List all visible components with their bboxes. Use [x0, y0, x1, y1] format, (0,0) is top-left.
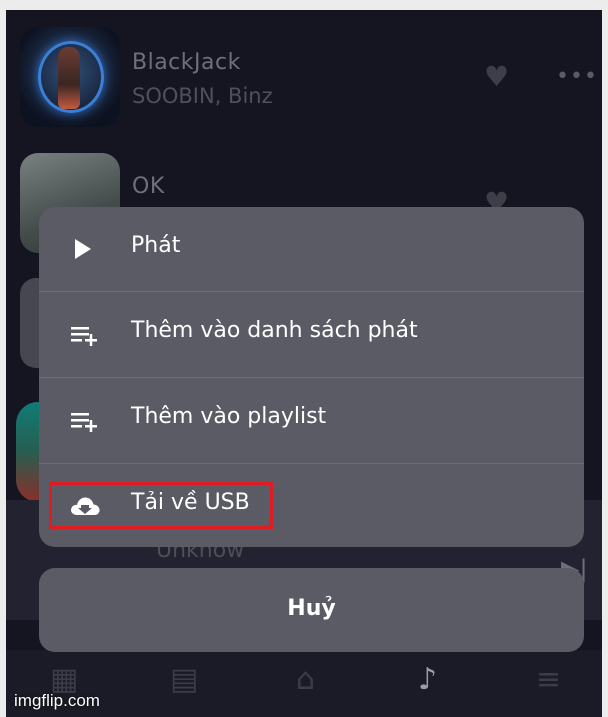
cancel-label: Huỷ	[287, 596, 336, 621]
album-cover	[20, 27, 120, 127]
menu-item-label: Thêm vào playlist	[131, 404, 327, 429]
queue-add-icon	[71, 327, 97, 346]
song-title: OK	[132, 174, 165, 199]
play-icon	[75, 239, 91, 259]
watermark: imgflip.com	[14, 691, 100, 710]
menu-item-label: Phát	[131, 233, 181, 258]
app-screen: BlackJack SOOBIN, Binz ♥ ••• OK ♥ Unknow…	[6, 10, 602, 717]
menu-item-add-to-queue[interactable]: Thêm vào danh sách phát	[39, 292, 584, 376]
context-menu: Phát Thêm vào danh sách phát Thêm vào pl…	[39, 207, 584, 547]
more-icon[interactable]: •••	[556, 64, 598, 89]
list-icon[interactable]: ▤	[170, 662, 198, 697]
menu-icon[interactable]: ≡	[536, 662, 561, 697]
highlight-box	[49, 482, 273, 529]
menu-item-play[interactable]: Phát	[39, 207, 584, 291]
heart-icon[interactable]: ♥	[484, 60, 509, 93]
menu-item-label: Thêm vào danh sách phát	[131, 318, 418, 343]
song-artist: SOOBIN, Binz	[132, 84, 273, 108]
song-title: BlackJack	[132, 50, 241, 75]
music-note-icon[interactable]: ♪	[418, 662, 437, 697]
playlist-add-icon	[71, 413, 97, 432]
cancel-button[interactable]: Huỷ	[39, 568, 584, 652]
song-row-blackjack[interactable]: BlackJack SOOBIN, Binz ♥ •••	[6, 10, 602, 130]
home-icon[interactable]: ⌂	[296, 662, 315, 697]
menu-item-add-to-playlist[interactable]: Thêm vào playlist	[39, 378, 584, 462]
